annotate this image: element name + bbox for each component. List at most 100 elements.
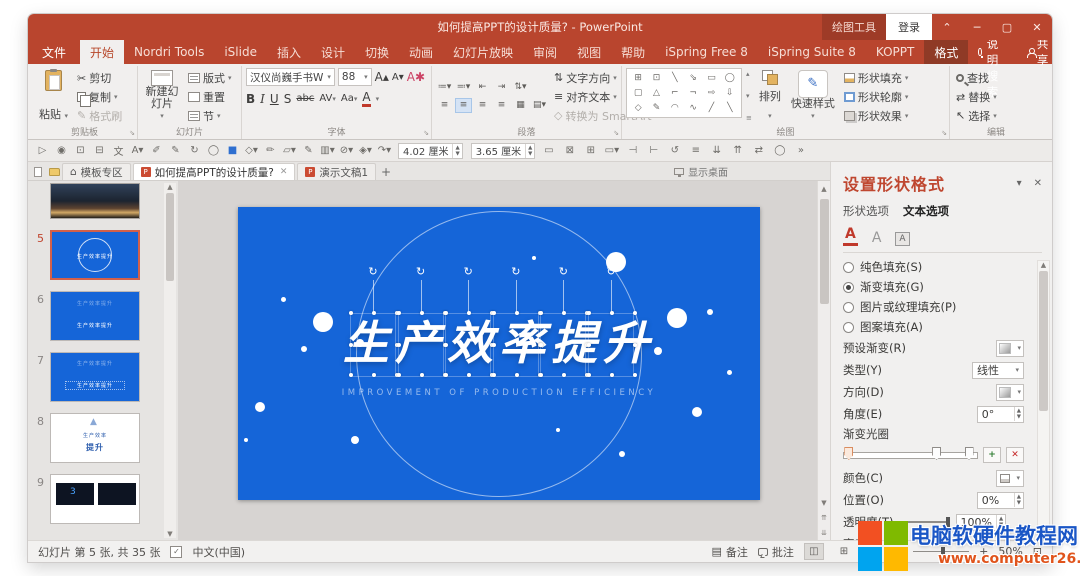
notes-button[interactable]: ▤ 备注 bbox=[711, 544, 747, 560]
paragraph-button-row1-1[interactable]: ≔▾ bbox=[436, 80, 453, 95]
rotate-handle-icon[interactable]: ↻ bbox=[509, 265, 523, 279]
selected-char-box-提[interactable] bbox=[539, 311, 590, 377]
slide-thumbnail-partial[interactable] bbox=[50, 183, 140, 219]
slide-thumbnail-6[interactable]: 生产效率提升 生产效率提升 bbox=[50, 291, 140, 341]
paragraph-button-row2-1[interactable]: ≡ bbox=[436, 98, 453, 113]
qat-more-icon[interactable]: » bbox=[792, 143, 809, 159]
fill-option-2[interactable]: 渐变填充(G) bbox=[843, 277, 1024, 297]
thumbnail-scrollbar[interactable]: ▲ ▼ bbox=[164, 183, 176, 538]
paragraph-button-row1-4[interactable]: ⇥ bbox=[493, 80, 510, 95]
grow-font-button[interactable]: A▴ bbox=[375, 70, 389, 84]
qat-equal-size-icon[interactable]: ▭ bbox=[540, 143, 557, 159]
rotate-handle-icon[interactable]: ↻ bbox=[366, 265, 380, 279]
tell-me-search[interactable]: 操作说明搜索 bbox=[968, 14, 1013, 99]
open-folder-icon[interactable] bbox=[46, 164, 62, 180]
cut-button[interactable]: ✂ 剪切 bbox=[75, 70, 124, 87]
rotate-handle-icon[interactable]: ↻ bbox=[461, 265, 475, 279]
ribbon-tab-Nordri Tools[interactable]: Nordri Tools bbox=[124, 40, 214, 64]
slide-thumbnail-9[interactable]: 3 bbox=[50, 474, 140, 524]
pane-menu-icon[interactable]: ▾ bbox=[1017, 178, 1022, 189]
comments-button[interactable]: 批注 bbox=[757, 544, 794, 560]
qat-status-icon[interactable]: ◯ bbox=[771, 143, 788, 159]
qat-swap-icon[interactable]: ⇄ bbox=[750, 143, 767, 159]
slide-subtitle-text[interactable]: IMPROVEMENT OF PRODUCTION EFFICIENCY bbox=[238, 388, 760, 398]
fill-option-4[interactable]: 图案填充(A) bbox=[843, 317, 1024, 337]
gallery-up-icon[interactable]: ▴ bbox=[746, 70, 752, 78]
tab-shape-options[interactable]: 形状选项 bbox=[843, 203, 889, 219]
shape-effects-button[interactable]: 形状效果 ▾ bbox=[842, 107, 911, 124]
qat-format-painter-icon[interactable]: ✎ bbox=[167, 143, 184, 159]
ribbon-tab-file[interactable]: 文件 bbox=[28, 40, 80, 64]
sign-in-button[interactable]: 登录 bbox=[886, 14, 932, 40]
qat-font-color-icon[interactable]: A▾ bbox=[129, 143, 146, 159]
quick-styles-button[interactable]: ✎ 快速样式 ▾ bbox=[788, 68, 838, 124]
tab-text-options[interactable]: 文本选项 bbox=[903, 203, 949, 219]
share-button[interactable]: 共享 bbox=[1013, 37, 1052, 67]
selection-handle[interactable] bbox=[491, 311, 496, 315]
qat-shape-outline-icon[interactable]: ▱▾ bbox=[281, 143, 298, 159]
selection-handle[interactable] bbox=[633, 373, 637, 377]
qat-text-box-icon[interactable]: ⊟ bbox=[91, 143, 108, 159]
shape-gallery-item-11[interactable]: ⇨ bbox=[702, 85, 720, 100]
selected-char-box-产[interactable] bbox=[396, 311, 447, 377]
qat-chart-icon[interactable]: ▥▾ bbox=[319, 143, 336, 159]
height-spinner[interactable]: ▲ ▼ bbox=[525, 143, 534, 158]
ribbon-tab-幻灯片放映[interactable]: 幻灯片放映 bbox=[443, 40, 523, 64]
selection-handle[interactable] bbox=[514, 373, 519, 377]
minimize-button[interactable]: ─ bbox=[962, 14, 992, 40]
selection-handle[interactable] bbox=[587, 373, 591, 377]
slide-editing-surface[interactable]: 生产效率提升 IMPROVEMENT OF PRODUCTION EFFICIE… bbox=[238, 207, 760, 500]
ribbon-tab-切换[interactable]: 切换 bbox=[355, 40, 399, 64]
normal-view-button[interactable]: ◫ bbox=[803, 543, 824, 560]
selection-handle[interactable] bbox=[349, 343, 353, 347]
paragraph-button-row2-6[interactable]: ▤▾ bbox=[531, 98, 548, 113]
drawing-dialog-launcher[interactable]: ⇘ bbox=[941, 129, 947, 137]
shape-gallery-item-5[interactable]: ▭ bbox=[702, 70, 720, 85]
shape-gallery-item-3[interactable]: ╲ bbox=[666, 70, 684, 85]
ribbon-tab-format[interactable]: 格式 bbox=[924, 40, 969, 64]
shape-gallery[interactable]: ⊞ ⊡ ╲ ⇘ ▭ ◯ ▢ △ ⌐ ¬ ⇨ ⇩ ◇ ✎ ◠ ∿ ╱ ╲ bbox=[626, 68, 742, 118]
layout-button[interactable]: 版式 ▾ bbox=[186, 70, 234, 87]
selection-handle[interactable] bbox=[539, 311, 544, 315]
document-tab-3[interactable]: P 演示文稿1 bbox=[297, 163, 377, 180]
selected-char-box-升[interactable] bbox=[587, 311, 637, 377]
qat-group-icon[interactable]: ⊞ bbox=[582, 143, 599, 159]
text-effects-icon[interactable]: A bbox=[872, 230, 882, 246]
scroll-up-icon[interactable]: ▲ bbox=[1041, 261, 1046, 269]
shape-gallery-item-14[interactable]: ✎ bbox=[647, 101, 665, 116]
radio-icon[interactable] bbox=[843, 321, 854, 333]
shape-gallery-item-8[interactable]: △ bbox=[647, 85, 665, 100]
slide-number-indicator[interactable]: 幻灯片 第 5 张, 共 35 张 bbox=[38, 544, 160, 560]
qat-bring-forward-icon[interactable]: ⇈ bbox=[729, 143, 746, 159]
close-button[interactable]: ✕ bbox=[1022, 14, 1052, 40]
copy-button[interactable]: 复制 ▾ bbox=[75, 89, 124, 107]
scroll-up-icon[interactable]: ▲ bbox=[818, 181, 830, 196]
font-size-combo[interactable]: 88 ▾ bbox=[337, 68, 372, 86]
selection-handle[interactable] bbox=[539, 343, 544, 347]
qat-selection-pane-icon[interactable]: ⊡ bbox=[72, 143, 89, 159]
shape-gallery-item-15[interactable]: ◠ bbox=[666, 101, 684, 116]
selected-char-box-率[interactable] bbox=[491, 311, 542, 377]
position-spinner[interactable]: 0% ▲ ▼ bbox=[976, 491, 1024, 509]
selected-char-box-生[interactable] bbox=[349, 311, 399, 377]
paragraph-button-row1-2[interactable]: ≕▾ bbox=[455, 80, 472, 95]
clear-formatting-button[interactable]: A✱ bbox=[407, 70, 425, 84]
qat-eyedropper-icon[interactable]: ✐ bbox=[148, 143, 165, 159]
ribbon-tab-iSpring Suite 8[interactable]: iSpring Suite 8 bbox=[758, 40, 866, 64]
add-gradient-stop-button[interactable]: + bbox=[983, 447, 1001, 463]
font-color-button[interactable]: A bbox=[362, 90, 371, 107]
qat-shapes-icon[interactable]: ◈▾ bbox=[357, 143, 374, 159]
ribbon-tab-iSlide[interactable]: iSlide bbox=[214, 40, 267, 64]
shape-gallery-item-13[interactable]: ◇ bbox=[629, 101, 647, 116]
qat-oval-icon[interactable]: ◯ bbox=[205, 143, 222, 159]
gallery-more-icon[interactable]: ≡ bbox=[746, 114, 752, 122]
selection-handle[interactable] bbox=[587, 343, 591, 347]
textbox-icon[interactable]: A bbox=[895, 232, 910, 246]
language-indicator[interactable]: 中文(中国) bbox=[192, 544, 245, 560]
selection-handle[interactable] bbox=[372, 373, 376, 377]
rotate-handle-icon[interactable]: ↻ bbox=[414, 265, 428, 279]
paragraph-button-row2-2[interactable]: ≡ bbox=[455, 97, 472, 113]
shape-gallery-item-10[interactable]: ¬ bbox=[684, 85, 702, 100]
shape-gallery-item-4[interactable]: ⇘ bbox=[684, 70, 702, 85]
strikethrough-button[interactable]: abc bbox=[296, 93, 314, 104]
